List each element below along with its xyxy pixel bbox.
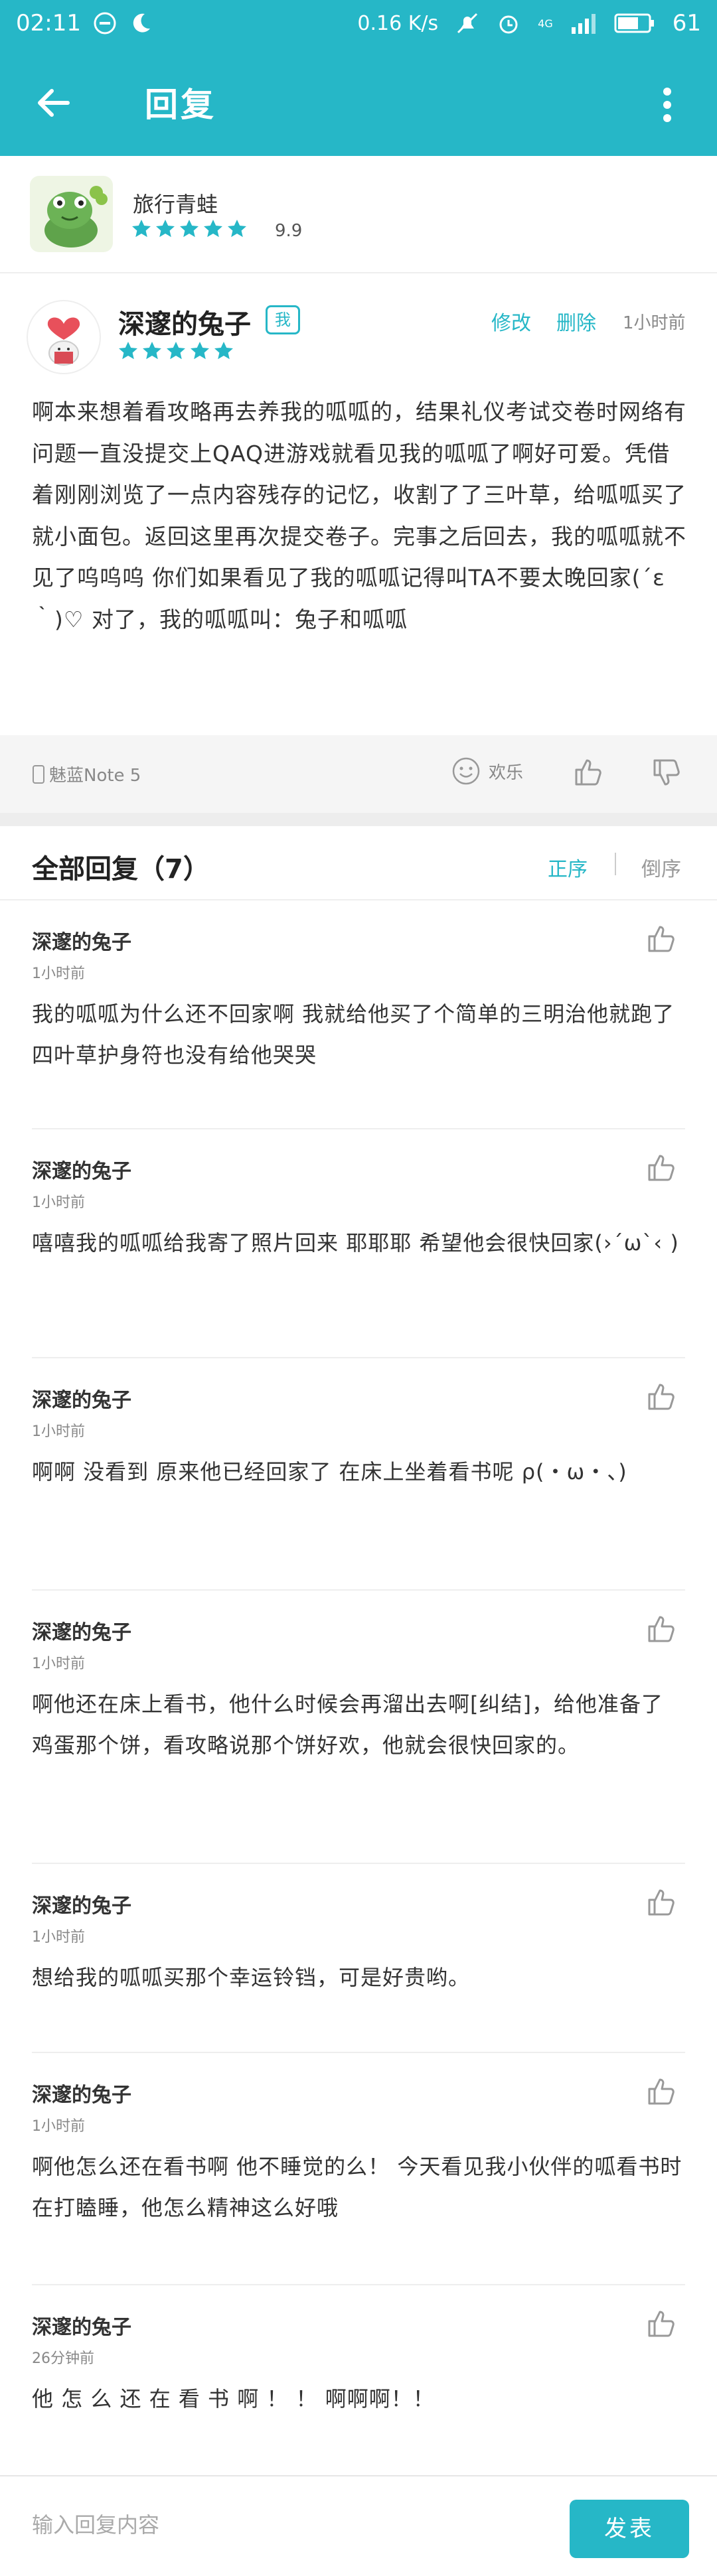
replies-title: 全部回复（7） xyxy=(32,854,210,885)
signal-icon xyxy=(571,14,596,34)
delete-button[interactable]: 删除 xyxy=(556,307,596,336)
signal-label: 4G xyxy=(538,17,553,30)
reply-author[interactable]: 深邃的兔子 xyxy=(32,2311,131,2340)
moon-icon xyxy=(133,13,150,33)
sort-descending-button[interactable]: 倒序 xyxy=(641,853,681,882)
edit-button[interactable]: 修改 xyxy=(491,307,531,336)
star-icon xyxy=(143,342,161,360)
smile-icon xyxy=(452,757,480,785)
reply-text: 他 怎 么 还 在 看 书 啊 ！ ！ 啊啊啊！！ xyxy=(32,2386,435,2411)
post-time: 1小时前 xyxy=(623,313,686,333)
post-author[interactable]: 深邃的兔子 xyxy=(118,303,251,341)
reply-author[interactable]: 深邃的兔子 xyxy=(32,1384,131,1413)
avatar[interactable] xyxy=(27,300,101,374)
reply-time: 1小时前 xyxy=(32,966,85,982)
net-speed: 0.16 K/s xyxy=(357,11,439,35)
thumbs-up-icon[interactable] xyxy=(645,1887,677,1918)
status-bar: 02:11 0.16 K/s 4G 61 xyxy=(0,0,717,46)
star-icon xyxy=(132,220,151,238)
reply-text: 想给我的呱呱买那个幸运铃铛，可是好贵哟。 xyxy=(32,1965,471,1990)
notification-icon xyxy=(94,12,116,35)
self-badge: 我 xyxy=(266,305,300,334)
reply-item: 深邃的兔子 1小时前 嘻嘻我的呱呱给我寄了照片回来 耶耶耶 希望他会很快回家(›… xyxy=(0,1129,717,1358)
star-icon xyxy=(180,220,199,238)
game-name: 旅行青蛙 xyxy=(133,192,218,217)
section-divider xyxy=(0,813,717,826)
thumbs-down-icon[interactable] xyxy=(651,756,682,788)
reply-item: 深邃的兔子 1小时前 啊他怎么还在看书啊 他不睡觉的么！ 今天看见我小伙伴的呱看… xyxy=(0,2053,717,2285)
mood-label: 欢乐 xyxy=(489,762,524,783)
reply-item: 深邃的兔子 26分钟前 他 怎 么 还 在 看 书 啊 ！ ！ 啊啊啊！！ xyxy=(0,2285,717,2475)
sort-divider xyxy=(615,853,616,875)
thumbs-up-icon[interactable] xyxy=(645,1613,677,1645)
thumbs-up-icon[interactable] xyxy=(645,2308,677,2340)
mute-icon xyxy=(457,13,478,34)
send-button[interactable]: 发表 xyxy=(570,2500,689,2558)
rabbit-avatar-icon xyxy=(47,317,80,366)
reply-author[interactable]: 深邃的兔子 xyxy=(32,1155,131,1184)
reply-input[interactable]: 输入回复内容 xyxy=(32,2508,159,2539)
reply-author[interactable]: 深邃的兔子 xyxy=(32,926,131,955)
frog-icon xyxy=(30,176,113,252)
reply-item: 深邃的兔子 1小时前 啊啊 没看到 原来他已经回家了 在床上坐着看书呢 ρ(・ω… xyxy=(0,1358,717,1591)
reply-text: 啊他还在床上看书，他什么时候会再溜出去啊[纠结]，给他准备了鸡蛋那个饼，看攻略说… xyxy=(32,1691,663,1758)
reply-author[interactable]: 深邃的兔子 xyxy=(32,2078,131,2108)
post-rating-stars xyxy=(118,341,234,361)
star-icon xyxy=(191,342,209,360)
reply-author[interactable]: 深邃的兔子 xyxy=(32,1616,131,1645)
thumbs-up-icon[interactable] xyxy=(645,1152,677,1184)
alarm-icon xyxy=(499,15,518,34)
game-score: 9.9 xyxy=(275,221,303,241)
reply-text: 我的呱呱为什么还不回家啊 我就给他买了个简单的三明治他就跑了 四叶草护身符也没有… xyxy=(32,1001,675,1068)
star-icon xyxy=(156,220,175,238)
star-icon xyxy=(167,342,185,360)
game-rating-stars xyxy=(131,219,247,239)
post-body: 啊本来想着看攻略再去养我的呱呱的，结果礼仪考试交卷时网络有问题一直没提交上QAQ… xyxy=(32,399,686,632)
app-bar: 回复 xyxy=(0,46,717,156)
thumbs-up-icon[interactable] xyxy=(645,1381,677,1413)
reply-author[interactable]: 深邃的兔子 xyxy=(32,1889,131,1918)
battery-level: 61 xyxy=(672,10,701,36)
reply-time: 1小时前 xyxy=(32,1423,85,1440)
reply-text: 啊他怎么还在看书啊 他不睡觉的么！ 今天看见我小伙伴的呱看书时在打瞌睡，他怎么精… xyxy=(32,2154,682,2220)
replies-header: 全部回复（7） 正序 倒序 xyxy=(0,826,717,900)
back-arrow-icon[interactable] xyxy=(33,83,73,123)
star-icon xyxy=(204,220,222,238)
game-cover[interactable] xyxy=(30,176,113,252)
reply-item: 深邃的兔子 1小时前 我的呱呱为什么还不回家啊 我就给他买了个简单的三明治他就跑… xyxy=(0,900,717,1129)
mood-tag: 欢乐 xyxy=(451,756,523,786)
more-options-icon[interactable] xyxy=(657,85,677,125)
reply-item: 深邃的兔子 1小时前 啊他还在床上看书，他什么时候会再溜出去啊[纠结]，给他准备… xyxy=(0,1591,717,1864)
reply-item: 深邃的兔子 1小时前 想给我的呱呱买那个幸运铃铛，可是好贵哟。 xyxy=(0,1864,717,2053)
post-actions-bar: 魅蓝Note 5 欢乐 xyxy=(0,735,717,813)
game-info[interactable]: 旅行青蛙 9.9 xyxy=(0,156,717,273)
reply-time: 1小时前 xyxy=(32,1929,85,1946)
reply-time: 26分钟前 xyxy=(32,2350,94,2367)
reply-time: 1小时前 xyxy=(32,1194,85,1211)
phone-icon xyxy=(33,764,44,784)
device-name: 魅蓝Note 5 xyxy=(49,766,141,786)
device-info: 魅蓝Note 5 xyxy=(32,762,141,786)
star-icon xyxy=(228,220,246,238)
star-icon xyxy=(214,342,233,360)
thumbs-up-icon[interactable] xyxy=(572,756,604,788)
reply-input-bar: 输入回复内容 发表 xyxy=(0,2475,717,2576)
clock: 02:11 xyxy=(16,10,81,36)
star-icon xyxy=(119,342,137,360)
reply-text: 啊啊 没看到 原来他已经回家了 在床上坐着看书呢 ρ(・ω・、) xyxy=(32,1459,627,1484)
reply-time: 1小时前 xyxy=(32,2118,85,2135)
thumbs-up-icon[interactable] xyxy=(645,2076,677,2108)
sort-ascending-button[interactable]: 正序 xyxy=(548,853,588,882)
thumbs-up-icon[interactable] xyxy=(645,923,677,955)
reply-text: 嘻嘻我的呱呱给我寄了照片回来 耶耶耶 希望他会很快回家(›´ω`‹ ) xyxy=(32,1230,679,1255)
reply-time: 1小时前 xyxy=(32,1656,85,1672)
page-title: 回复 xyxy=(145,86,216,124)
battery-icon xyxy=(614,13,654,33)
